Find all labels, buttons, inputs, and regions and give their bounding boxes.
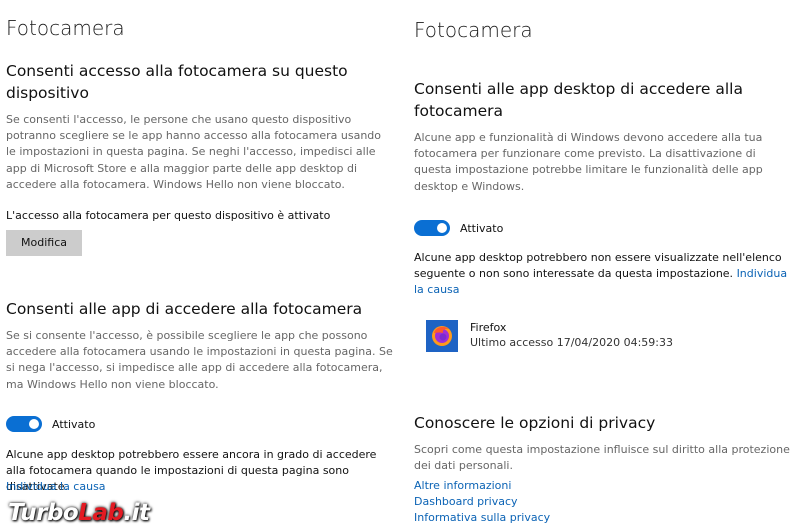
privacy-heading: Conoscere le opzioni di privacy bbox=[414, 414, 656, 432]
toggle-knob bbox=[437, 223, 447, 233]
privacy-description: Scopri come questa impostazione influisc… bbox=[414, 443, 790, 473]
toggle-knob bbox=[29, 419, 39, 429]
desktop-access-toggle-row: Attivato bbox=[414, 220, 503, 236]
device-access-heading: Consenti accesso alla fotocamera su ques… bbox=[6, 62, 348, 102]
firefox-icon bbox=[426, 320, 458, 352]
app-access-toggle-label: Attivato bbox=[52, 417, 96, 431]
desktop-access-note-text: Alcune app desktop potrebbero non essere… bbox=[414, 251, 782, 281]
page-title: Fotocamera bbox=[414, 18, 533, 42]
more-info-link[interactable]: Altre informazioni bbox=[414, 479, 511, 492]
modify-button[interactable]: Modifica bbox=[6, 230, 82, 256]
find-cause-link[interactable]: Individua la causa bbox=[6, 480, 106, 493]
watermark-part-3: .it bbox=[123, 500, 150, 526]
app-last-access: Ultimo accesso 17/04/2020 04:59:33 bbox=[470, 336, 674, 349]
desktop-access-toggle[interactable] bbox=[414, 220, 450, 236]
app-access-toggle-row: Attivato bbox=[6, 416, 95, 432]
desktop-access-note: Alcune app desktop potrebbero non essere… bbox=[414, 250, 789, 299]
app-name: Firefox bbox=[470, 321, 507, 334]
app-access-description: Se si consente l'accesso, è possibile sc… bbox=[6, 329, 393, 391]
desktop-access-toggle-label: Attivato bbox=[460, 221, 504, 235]
desktop-access-description: Alcune app e funzionalità di Windows dev… bbox=[414, 131, 763, 193]
app-list-item[interactable]: Firefox Ultimo accesso 17/04/2020 04:59:… bbox=[426, 320, 673, 352]
watermark-part-2: Lab bbox=[78, 500, 124, 526]
turbolab-watermark: TurboLab.it bbox=[8, 500, 150, 526]
privacy-statement-link[interactable]: Informativa sulla privacy bbox=[414, 511, 550, 524]
watermark-part-1: Turbo bbox=[8, 500, 79, 526]
desktop-access-heading: Consenti alle app desktop di accedere al… bbox=[414, 80, 743, 120]
page-title: Fotocamera bbox=[6, 16, 125, 40]
device-access-description: Se consenti l'accesso, le persone che us… bbox=[6, 113, 381, 191]
privacy-dashboard-link[interactable]: Dashboard privacy bbox=[414, 495, 518, 508]
app-access-toggle[interactable] bbox=[6, 416, 42, 432]
app-access-heading: Consenti alle app di accedere alla fotoc… bbox=[6, 300, 363, 318]
device-access-status: L'accesso alla fotocamera per questo dis… bbox=[6, 209, 331, 222]
